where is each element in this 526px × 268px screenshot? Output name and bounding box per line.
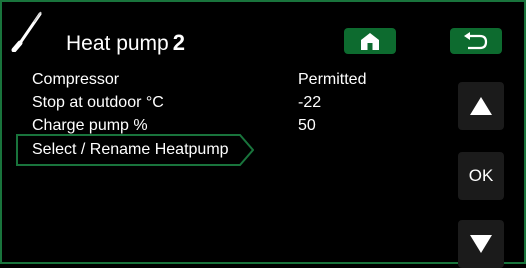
header-bar: Heat pump 2 — [0, 0, 526, 60]
home-icon — [361, 33, 379, 50]
setting-label-stop-outdoor[interactable]: Stop at outdoor °C — [32, 93, 164, 113]
setting-value-compressor: Permitted — [298, 71, 367, 88]
triangle-up-icon — [470, 97, 492, 115]
ok-button[interactable]: OK — [458, 152, 504, 200]
setting-label-compressor[interactable]: Compressor — [32, 70, 119, 90]
triangle-down-icon — [470, 235, 492, 253]
home-button[interactable] — [344, 28, 396, 54]
page-title-text: Heat pump — [66, 32, 169, 55]
heat-pump-number: 2 — [172, 30, 185, 55]
select-rename-heatpump-item[interactable]: Select / Rename Heatpump — [32, 140, 246, 160]
scroll-down-button[interactable] — [458, 220, 504, 268]
setting-label-charge-pump[interactable]: Charge pump % — [32, 116, 148, 136]
ok-button-label: OK — [468, 166, 494, 185]
setting-value-stop-outdoor: -22 — [298, 94, 322, 111]
scroll-up-button[interactable] — [458, 82, 504, 130]
page-title: Heat pump 2 — [66, 30, 185, 56]
back-button[interactable] — [450, 28, 502, 54]
setting-value-charge-pump: 50 — [298, 117, 316, 134]
thermometer-probe-icon — [11, 11, 42, 52]
return-arrow-icon — [464, 32, 488, 50]
